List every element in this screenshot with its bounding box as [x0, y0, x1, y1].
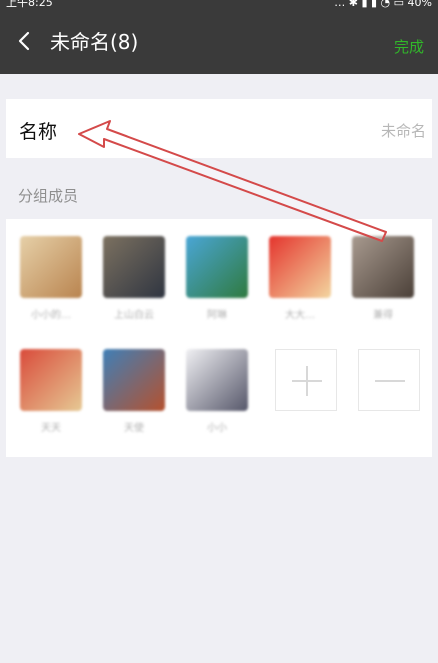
member-avatar[interactable] [352, 236, 414, 298]
remove-member-button[interactable] [358, 349, 420, 411]
member-item[interactable]: 兼得 [352, 236, 414, 321]
member-avatar[interactable] [186, 236, 248, 298]
member-avatar[interactable] [103, 349, 165, 411]
member-avatar[interactable] [20, 349, 82, 411]
member-name: 大大… [285, 310, 315, 321]
app-bar: 未命名(8) 完成 [0, 12, 438, 74]
member-item[interactable]: 阿琳 [186, 236, 248, 321]
status-bar: 上午8:25 … ✱ ▮ ▮ ◔ ▭ 40% [0, 0, 438, 12]
page-title: 未命名(8) [50, 30, 139, 54]
member-item[interactable]: 天天 [20, 349, 82, 434]
member-item[interactable]: 大大… [269, 236, 331, 321]
member-avatar[interactable] [20, 236, 82, 298]
member-name: 兼得 [373, 310, 393, 321]
minus-icon [375, 380, 405, 382]
member-name: 上山白云 [114, 310, 154, 321]
member-item[interactable]: 上山白云 [103, 236, 165, 321]
add-member-button[interactable] [275, 349, 337, 411]
member-name: 小小 [207, 423, 227, 434]
member-name: 小小的… [31, 310, 71, 321]
group-name-label: 名称 [19, 121, 58, 143]
plus-icon [292, 366, 322, 396]
member-item[interactable]: 小小 [186, 349, 248, 434]
group-name-row[interactable]: 名称 未命名 [6, 99, 432, 158]
group-name-value[interactable]: 未命名 [381, 120, 426, 141]
status-time: 上午8:25 [6, 0, 53, 9]
status-indicators: … ✱ ▮ ▮ ◔ ▭ 40% [334, 0, 432, 9]
done-button[interactable]: 完成 [394, 36, 424, 57]
member-name: 天使 [124, 423, 144, 434]
member-item[interactable]: 天使 [103, 349, 165, 434]
member-avatar[interactable] [186, 349, 248, 411]
member-avatar[interactable] [103, 236, 165, 298]
members-section-title: 分组成员 [18, 187, 79, 205]
member-avatar[interactable] [269, 236, 331, 298]
chevron-left-icon[interactable] [14, 30, 36, 52]
member-name: 阿琳 [207, 310, 227, 321]
member-item[interactable]: 小小的… [20, 236, 82, 321]
member-name: 天天 [41, 423, 61, 434]
members-grid: 小小的… 上山白云 阿琳 大大… 兼得天天 天使 小小 [6, 219, 432, 457]
